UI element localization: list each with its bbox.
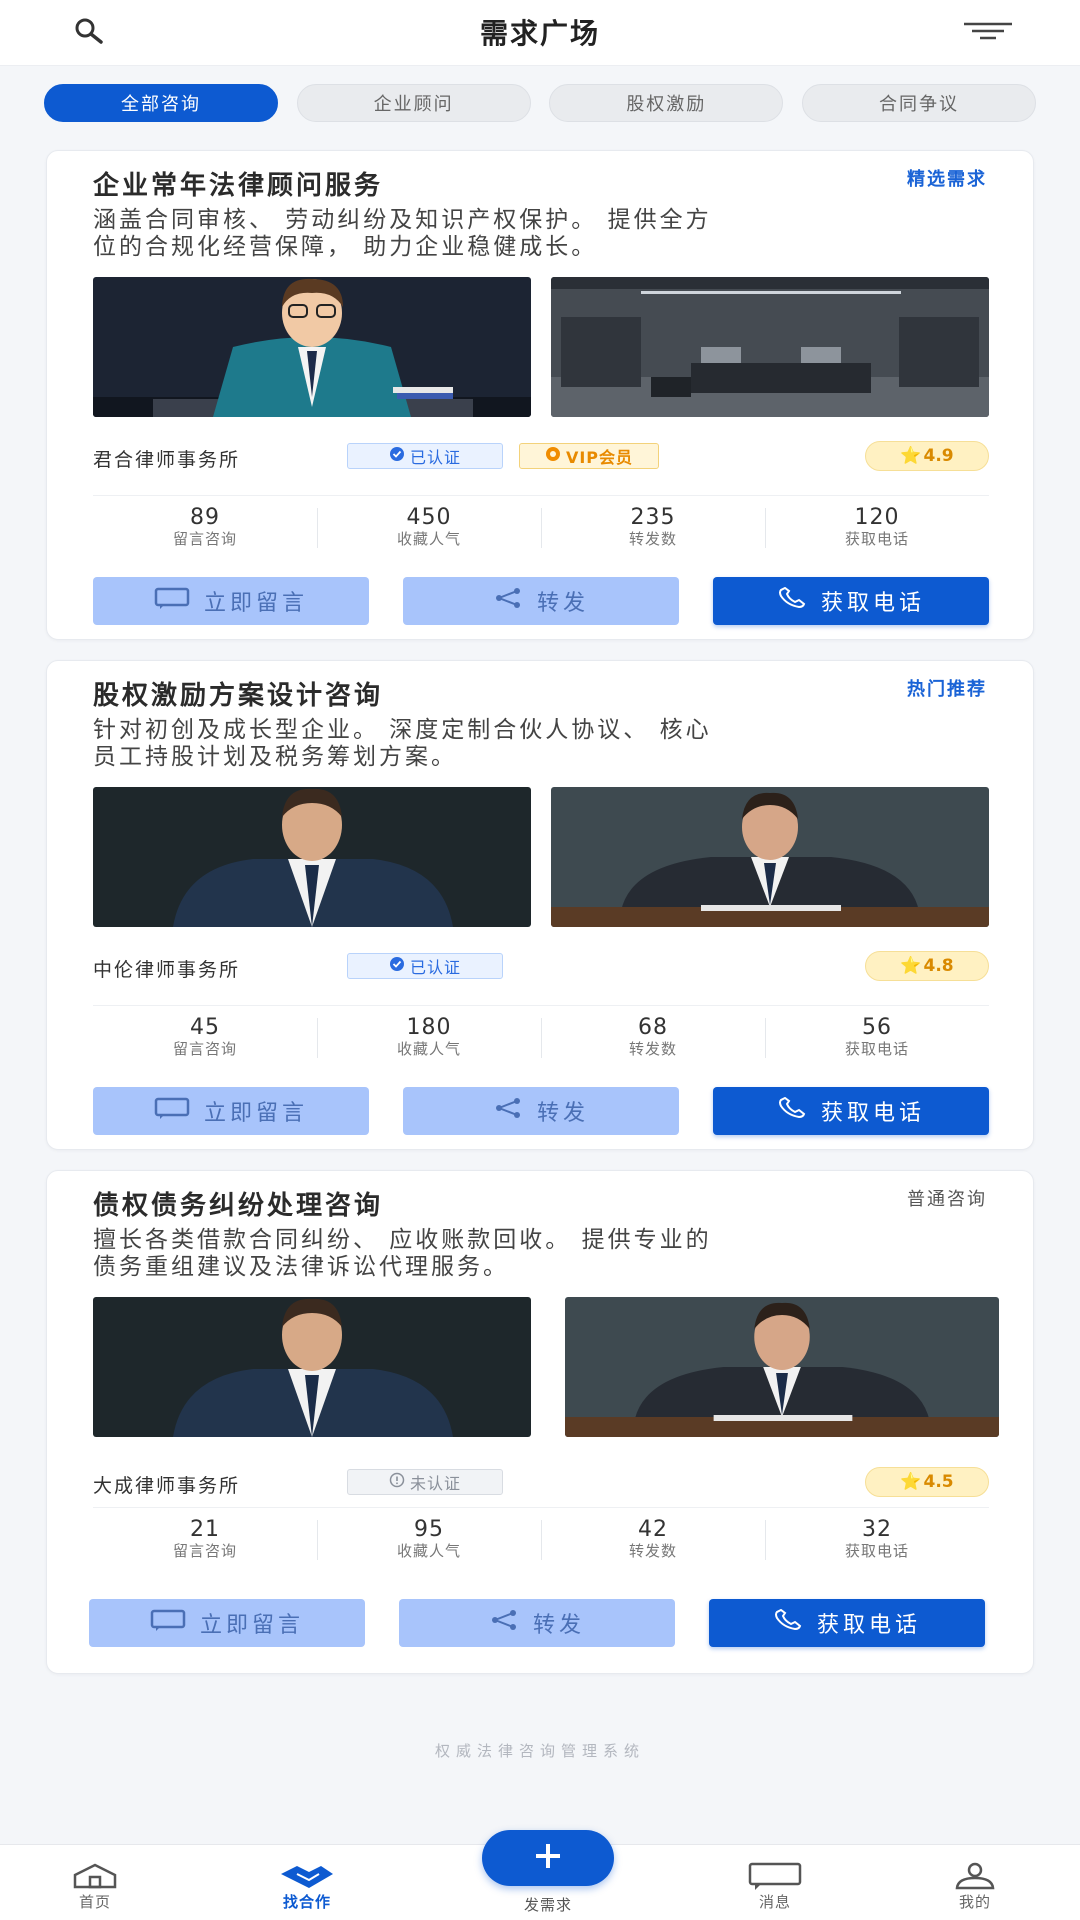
stat-messages: 89 留言咨询 xyxy=(172,505,237,549)
lawyer-cartoon-image xyxy=(93,277,531,417)
category-tabs: 全部咨询 企业顾问 股权激励 合同争议 xyxy=(44,84,1036,122)
share-button[interactable]: 转发 xyxy=(403,1087,679,1135)
phone-icon xyxy=(777,1096,807,1125)
plus-icon xyxy=(528,1836,568,1880)
message-icon xyxy=(150,1609,186,1637)
card-stats: 45 留言咨询 180 收藏人气 68 转发数 56 获取电话 xyxy=(93,1005,989,1061)
card-tag: 热门推荐 xyxy=(907,679,987,700)
message-icon xyxy=(154,1097,190,1125)
star-icon: ⭐ xyxy=(900,1472,922,1492)
tab-equity[interactable]: 股权激励 xyxy=(549,84,784,122)
unverified-badge: 未认证 xyxy=(347,1469,503,1495)
card-actions: 立即留言 转发 获取电话 xyxy=(93,1087,989,1135)
tab-all[interactable]: 全部咨询 xyxy=(44,84,278,122)
firm-name: 中伦律师事务所 xyxy=(93,959,241,981)
share-icon xyxy=(493,1097,523,1125)
get-phone-button[interactable]: 获取电话 xyxy=(713,1087,989,1135)
request-card[interactable]: 企业常年法律顾问服务 精选需求 涵盖合同审核、 劳动纠纷及知识产权保护。 提供全… xyxy=(46,150,1034,640)
verified-check-icon xyxy=(389,956,405,976)
lawyer-portrait-image xyxy=(93,787,531,927)
nav-home[interactable]: 首页 xyxy=(40,1861,150,1912)
tab-contract[interactable]: 合同争议 xyxy=(801,84,1036,122)
home-icon xyxy=(40,1861,150,1891)
user-icon xyxy=(920,1861,1030,1891)
lawyer-portrait-image xyxy=(93,1297,531,1437)
phone-icon xyxy=(777,586,807,615)
share-button[interactable]: 转发 xyxy=(403,577,679,625)
leave-message-button[interactable]: 立即留言 xyxy=(93,1087,369,1135)
nav-partner[interactable]: 找合作 xyxy=(252,1861,362,1912)
share-icon xyxy=(493,587,523,615)
card-actions: 立即留言 转发 获取电话 xyxy=(93,577,989,625)
request-card[interactable]: 债权债务纠纷处理咨询 普通咨询 擅长各类借款合同纠纷、 应收账款回收。 提供专业… xyxy=(46,1170,1034,1674)
info-icon xyxy=(389,1472,405,1492)
get-phone-button[interactable]: 获取电话 xyxy=(713,577,989,625)
nav-messages[interactable]: 消息 xyxy=(720,1861,830,1912)
lawyer-desk-image xyxy=(551,787,989,927)
star-icon: ⭐ xyxy=(900,446,922,466)
page-title: 需求广场 xyxy=(479,17,600,50)
rating-badge: ⭐ 4.9 xyxy=(865,441,989,471)
footer-note: 权威法律咨询管理系统 xyxy=(434,1742,645,1760)
stat-favorites: 95 收藏人气 xyxy=(317,1508,541,1563)
stat-messages: 21 留言咨询 xyxy=(172,1517,237,1561)
card-tag: 普通咨询 xyxy=(907,1189,987,1210)
card-title: 企业常年法律顾问服务 xyxy=(93,171,384,201)
firm-info: 大成律师事务所 未认证 ⭐ 4.5 xyxy=(93,1467,989,1497)
filter-icon[interactable] xyxy=(960,12,1016,52)
stat-calls: 32 获取电话 xyxy=(765,1508,989,1563)
get-phone-button[interactable]: 获取电话 xyxy=(709,1599,985,1647)
card-stats: 89 留言咨询 450 收藏人气 235 转发数 120 获取电话 xyxy=(93,495,989,551)
card-description: 针对初创及成长型企业。 深度定制合伙人协议、 核心 员工持股计划及税务筹划方案。 xyxy=(93,717,712,770)
firm-name: 君合律师事务所 xyxy=(93,449,241,471)
nav-mine[interactable]: 我的 xyxy=(920,1861,1030,1912)
stat-calls: 56 获取电话 xyxy=(765,1006,989,1061)
verified-check-icon xyxy=(389,446,405,466)
publish-request-button[interactable] xyxy=(482,1830,614,1886)
request-card[interactable]: 股权激励方案设计咨询 热门推荐 针对初创及成长型企业。 深度定制合伙人协议、 核… xyxy=(46,660,1034,1150)
card-title: 股权激励方案设计咨询 xyxy=(93,681,384,711)
firm-info: 君合律师事务所 已认证 VIP会员 ⭐ 4.9 xyxy=(93,441,989,471)
rating-badge: ⭐ 4.5 xyxy=(865,1467,989,1497)
message-icon xyxy=(720,1861,830,1891)
stat-messages: 45 留言咨询 xyxy=(172,1015,237,1059)
vip-icon xyxy=(545,446,561,466)
leave-message-button[interactable]: 立即留言 xyxy=(89,1599,365,1647)
stat-favorites: 450 收藏人气 xyxy=(317,496,541,551)
card-description: 擅长各类借款合同纠纷、 应收账款回收。 提供专业的 债务重组建议及法律诉讼代理服… xyxy=(93,1227,712,1280)
phone-icon xyxy=(773,1608,803,1637)
lawyer-desk-image xyxy=(565,1297,999,1437)
leave-message-button[interactable]: 立即留言 xyxy=(93,577,369,625)
firm-info: 中伦律师事务所 已认证 ⭐ 4.8 xyxy=(93,951,989,981)
office-image xyxy=(551,277,989,417)
publish-request-label: 发需求 xyxy=(523,1896,572,1914)
card-description: 涵盖合同审核、 劳动纠纷及知识产权保护。 提供全方 位的合规化经营保障， 助力企… xyxy=(93,207,712,260)
verified-badge: 已认证 xyxy=(347,443,503,469)
rating-badge: ⭐ 4.8 xyxy=(865,951,989,981)
card-title: 债权债务纠纷处理咨询 xyxy=(93,1191,384,1221)
top-bar: 需求广场 xyxy=(0,0,1080,66)
firm-name: 大成律师事务所 xyxy=(93,1475,241,1497)
verified-badge: 已认证 xyxy=(347,953,503,979)
handshake-icon xyxy=(252,1861,362,1891)
share-button[interactable]: 转发 xyxy=(399,1599,675,1647)
card-tag: 精选需求 xyxy=(907,169,987,190)
tab-enterprise[interactable]: 企业顾问 xyxy=(296,84,531,122)
vip-badge: VIP会员 xyxy=(519,443,659,469)
share-icon xyxy=(489,1609,519,1637)
stat-shares: 235 转发数 xyxy=(541,496,765,551)
stat-favorites: 180 收藏人气 xyxy=(317,1006,541,1061)
stat-shares: 42 转发数 xyxy=(541,1508,765,1563)
stat-calls: 120 获取电话 xyxy=(765,496,989,551)
message-icon xyxy=(154,587,190,615)
stat-shares: 68 转发数 xyxy=(541,1006,765,1061)
card-stats: 21 留言咨询 95 收藏人气 42 转发数 32 获取电话 xyxy=(93,1507,989,1563)
card-actions: 立即留言 转发 获取电话 xyxy=(89,1599,985,1647)
star-icon: ⭐ xyxy=(900,956,922,976)
